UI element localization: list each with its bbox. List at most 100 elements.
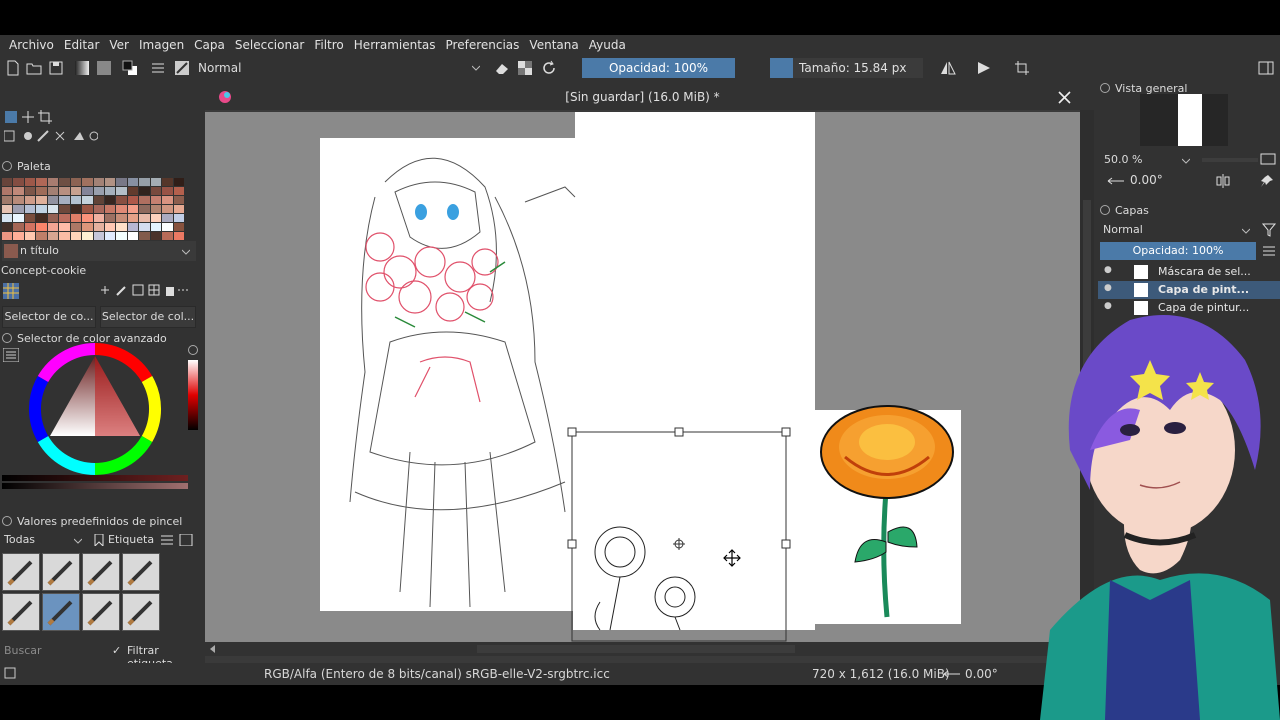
palette-swatch[interactable] xyxy=(47,205,59,213)
palette-swatch[interactable] xyxy=(162,178,173,186)
zoom-slider[interactable] xyxy=(1202,158,1258,162)
menu-capa[interactable]: Capa xyxy=(189,35,230,56)
canvas-drawing[interactable] xyxy=(205,112,1080,642)
palette-swatch[interactable] xyxy=(162,187,173,195)
palette-swatch[interactable] xyxy=(47,178,59,186)
palette-swatch[interactable] xyxy=(127,205,139,213)
palette-swatch[interactable] xyxy=(150,196,162,204)
brush-view-icons[interactable] xyxy=(160,534,194,546)
brush-preset[interactable] xyxy=(42,553,80,591)
palette-swatch[interactable] xyxy=(139,187,150,195)
palette-swatch[interactable] xyxy=(82,223,93,231)
palette-swatch[interactable] xyxy=(36,214,47,222)
palette-swatch[interactable] xyxy=(24,205,36,213)
eraser-icon[interactable] xyxy=(494,60,510,76)
open-folder-icon[interactable] xyxy=(26,60,42,76)
status-rotation-value[interactable]: 0.00° xyxy=(965,667,998,681)
palette-swatch[interactable] xyxy=(24,178,36,186)
palette-swatch[interactable] xyxy=(24,196,36,204)
palette-swatch[interactable] xyxy=(93,196,104,204)
brush-preset[interactable] xyxy=(122,593,160,631)
palette-swatch[interactable] xyxy=(127,232,139,240)
palette-swatch[interactable] xyxy=(2,196,13,204)
menu-filtro[interactable]: Filtro xyxy=(309,35,348,56)
palette-swatch[interactable] xyxy=(173,214,184,222)
selection-display-icon[interactable] xyxy=(4,667,16,679)
layer-row[interactable]: ● Capa de pint... xyxy=(1098,281,1280,299)
palette-swatch[interactable] xyxy=(104,196,116,204)
palette-swatch[interactable] xyxy=(150,178,162,186)
palette-swatch[interactable] xyxy=(104,205,116,213)
palette-swatch[interactable] xyxy=(173,223,184,231)
palette-swatch[interactable] xyxy=(116,205,127,213)
palette-swatch[interactable] xyxy=(82,205,93,213)
brush-filter-select[interactable]: Todas xyxy=(2,531,86,549)
menu-herramientas[interactable]: Herramientas xyxy=(349,35,441,56)
palette-grid-icon[interactable] xyxy=(3,283,19,299)
palette-swatch[interactable] xyxy=(70,178,82,186)
scrollbar-thumb[interactable] xyxy=(477,645,795,653)
reload-preset-icon[interactable] xyxy=(541,60,557,76)
color-history-bar-1[interactable] xyxy=(2,475,188,481)
close-icon[interactable] xyxy=(1058,91,1071,104)
palette-swatch[interactable] xyxy=(70,205,82,213)
palette-swatch[interactable] xyxy=(47,232,59,240)
mirror-horizontal-icon[interactable] xyxy=(940,60,956,76)
fit-view-icon[interactable] xyxy=(1260,153,1276,165)
menu-ver[interactable]: Ver xyxy=(104,35,134,56)
palette-selector[interactable]: n título xyxy=(2,241,196,261)
palette-swatch[interactable] xyxy=(139,205,150,213)
dock-float-icon[interactable] xyxy=(1100,83,1110,93)
filter-icon[interactable] xyxy=(1262,223,1276,237)
palette-swatch[interactable] xyxy=(173,196,184,204)
tab-selector-2[interactable]: Selector de col... xyxy=(100,306,196,328)
palette-swatch[interactable] xyxy=(47,214,59,222)
palette-swatch[interactable] xyxy=(47,196,59,204)
zoom-select[interactable]: 50.0 % xyxy=(1100,152,1196,168)
layers-blend-select[interactable]: Normal xyxy=(1100,221,1256,239)
overview-thumbnail[interactable] xyxy=(1140,94,1228,146)
dock-toggle-icon[interactable] xyxy=(1258,60,1274,76)
palette-swatch[interactable] xyxy=(116,187,127,195)
opacity-slider[interactable]: Opacidad: 100% xyxy=(582,58,735,78)
layers-opacity-slider[interactable]: Opacidad: 100% xyxy=(1100,242,1256,260)
color-history-bar-2[interactable] xyxy=(2,483,188,489)
blend-mode-select[interactable]: Normal xyxy=(194,59,486,77)
palette-swatch[interactable] xyxy=(116,214,127,222)
palette-swatch[interactable] xyxy=(82,232,93,240)
transform-tool-icon[interactable] xyxy=(4,110,18,124)
dock-float-icon[interactable] xyxy=(1100,205,1110,215)
palette-swatch[interactable] xyxy=(2,187,13,195)
color-palette-grid[interactable] xyxy=(2,178,184,240)
palette-actions-icons[interactable] xyxy=(98,283,190,297)
menu-preferencias[interactable]: Preferencias xyxy=(441,35,525,56)
palette-swatch[interactable] xyxy=(127,178,139,186)
palette-swatch[interactable] xyxy=(59,214,70,222)
brush-preset[interactable] xyxy=(82,593,120,631)
horizontal-scrollbar[interactable] xyxy=(205,642,1080,656)
visibility-eye-icon[interactable]: ● xyxy=(1104,283,1112,293)
document-tab[interactable]: [Sin guardar] (16.0 MiB) * xyxy=(205,85,1080,110)
brush-preset[interactable] xyxy=(122,553,160,591)
crop-tool-icon[interactable] xyxy=(38,110,52,124)
brush-preset-icon[interactable] xyxy=(174,60,190,76)
brush-preset[interactable] xyxy=(2,553,40,591)
palette-swatch[interactable] xyxy=(139,196,150,204)
clear-color-icon[interactable] xyxy=(188,345,198,355)
palette-swatch[interactable] xyxy=(150,187,162,195)
palette-swatch[interactable] xyxy=(47,187,59,195)
tool-row-icons[interactable] xyxy=(4,130,98,142)
palette-swatch[interactable] xyxy=(150,214,162,222)
pattern-icon[interactable] xyxy=(96,60,112,76)
brush-tag-select[interactable]: Etiqueta xyxy=(92,531,156,549)
palette-swatch[interactable] xyxy=(162,214,173,222)
palette-swatch[interactable] xyxy=(127,223,139,231)
brush-settings-icon[interactable] xyxy=(150,60,166,76)
palette-swatch[interactable] xyxy=(93,223,104,231)
rotation-value[interactable]: 0.00° xyxy=(1130,173,1163,187)
palette-swatch[interactable] xyxy=(150,223,162,231)
value-bar[interactable] xyxy=(188,360,198,430)
palette-swatch[interactable] xyxy=(70,196,82,204)
pin-icon[interactable] xyxy=(1260,174,1274,188)
palette-swatch[interactable] xyxy=(13,205,24,213)
